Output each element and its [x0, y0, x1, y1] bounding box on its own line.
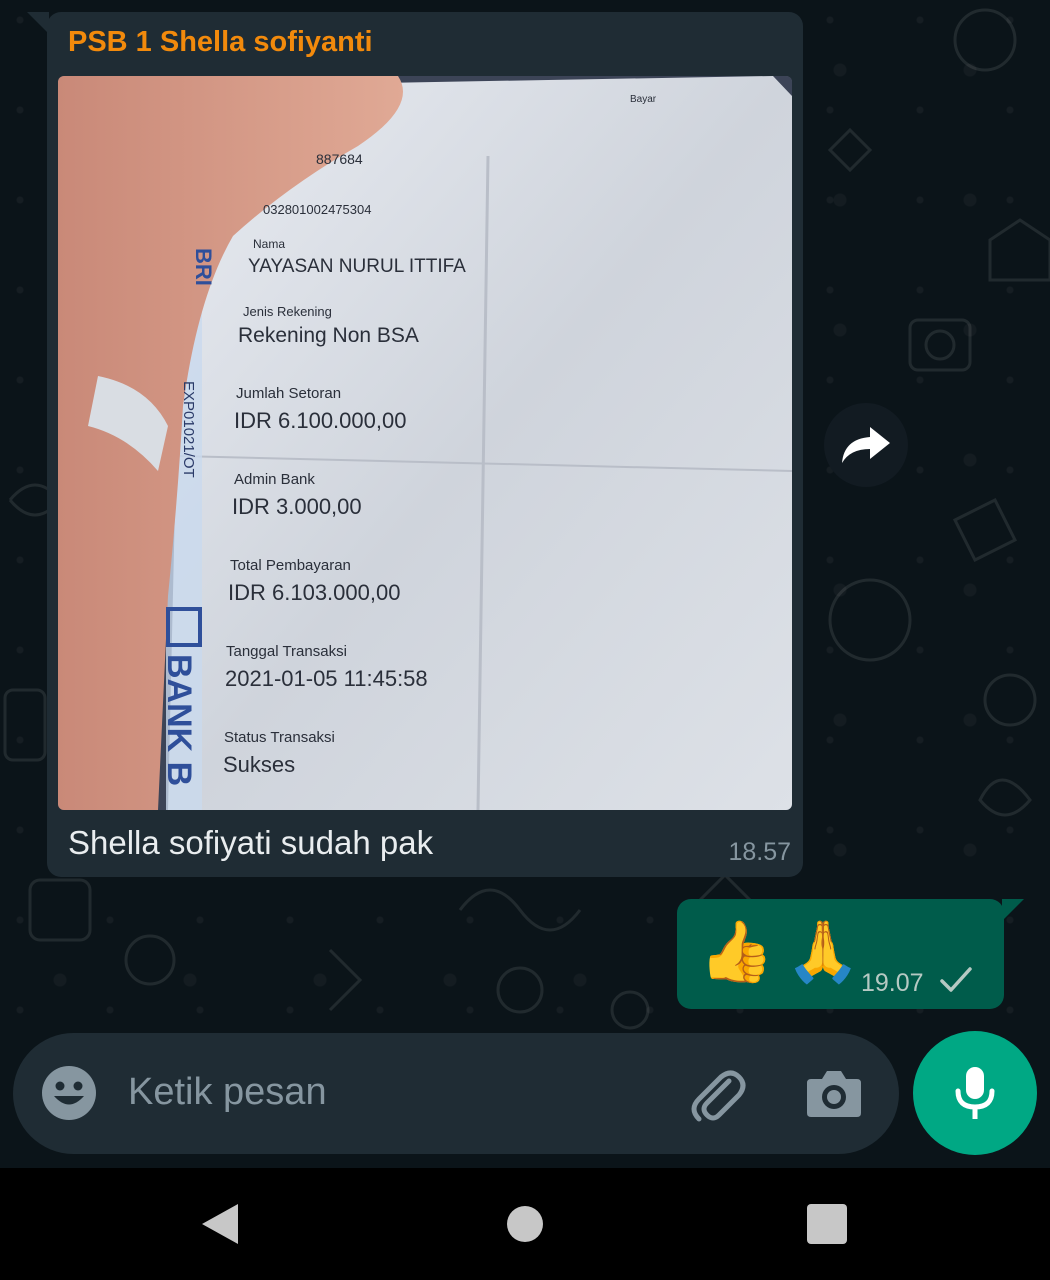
outgoing-message-bubble[interactable]: 👍 🙏 19.07 — [677, 899, 1024, 1009]
receipt-type-label: Jenis Rekening — [243, 304, 332, 319]
photo-attachment[interactable]: Bayar 887684 032801002475304 Nama YAYASA… — [58, 76, 792, 810]
receipt-name-label: Nama — [253, 237, 285, 251]
incoming-message-bubble[interactable]: PSB 1 Shella sofiyanti Bayar 887684 0328… — [27, 12, 803, 877]
receipt-name-value: YAYASAN NURUL ITTIFA — [248, 256, 466, 277]
message-time: 19.07 — [861, 969, 924, 997]
receipt-date-label: Tanggal Transaksi — [226, 643, 347, 660]
bubble-tail — [1002, 899, 1024, 921]
receipt-status-label: Status Transaksi — [224, 729, 335, 746]
receipt-date-value: 2021-01-05 11:45:58 — [225, 666, 428, 691]
sender-name[interactable]: PSB 1 Shella sofiyanti — [68, 26, 373, 59]
receipt-total-label: Total Pembayaran — [230, 557, 351, 574]
message-time: 18.57 — [728, 838, 791, 866]
receipt-side-code: EXP01021/OT — [180, 381, 197, 478]
receipt-bank-brand: BANK B — [160, 654, 198, 786]
receipt-type-value: Rekening Non BSA — [238, 324, 419, 347]
receipt-top-label: Bayar — [630, 94, 657, 105]
back-icon[interactable] — [200, 1202, 240, 1246]
camera-icon[interactable] — [805, 1067, 863, 1119]
receipt-fee-value: IDR 3.000,00 — [232, 494, 362, 519]
receipt-account-number: 032801002475304 — [263, 202, 371, 217]
thumbs-up-emoji: 👍 — [699, 918, 774, 985]
sent-check-icon — [940, 967, 972, 992]
message-input-bar: Ketik pesan — [13, 1033, 899, 1154]
microphone-icon — [955, 1067, 995, 1119]
message-caption: Shella sofiyati sudah pak — [68, 824, 434, 861]
receipt-photo: Bayar 887684 032801002475304 Nama YAYASA… — [58, 76, 792, 810]
chat-background: PSB 1 Shella sofiyanti Bayar 887684 0328… — [0, 0, 1050, 1168]
emoji-icon[interactable] — [41, 1065, 97, 1121]
receipt-account-partial: 887684 — [316, 151, 363, 167]
forward-icon — [842, 427, 890, 463]
receipt-amount-label: Jumlah Setoran — [236, 385, 341, 402]
receipt-status-value: Sukses — [223, 752, 295, 777]
receipt-amount-value: IDR 6.100.000,00 — [234, 408, 406, 433]
paperclip-icon[interactable] — [685, 1063, 747, 1125]
bubble-tail — [27, 12, 49, 34]
recents-icon[interactable] — [807, 1204, 847, 1244]
receipt-total-value: IDR 6.103.000,00 — [228, 580, 400, 605]
receipt-bri-text: BRI — [191, 248, 216, 286]
folded-hands-emoji: 🙏 — [785, 918, 861, 985]
receipt-fee-label: Admin Bank — [234, 471, 315, 488]
forward-button[interactable] — [824, 403, 908, 487]
home-icon[interactable] — [507, 1206, 543, 1242]
voice-record-button[interactable] — [913, 1031, 1037, 1155]
message-input[interactable]: Ketik pesan — [128, 1071, 327, 1114]
message-text: 👍 🙏 — [699, 917, 860, 987]
